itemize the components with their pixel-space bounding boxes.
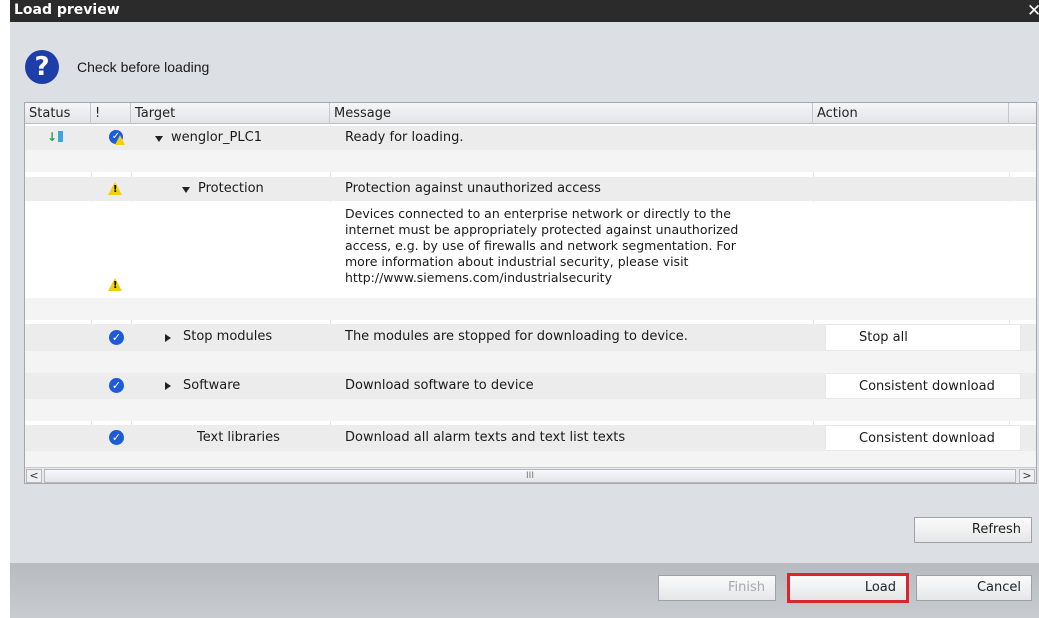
scroll-left-icon[interactable]: < — [26, 469, 42, 483]
question-icon: ? — [25, 50, 59, 84]
message-text: Ready for loading. — [345, 130, 464, 145]
table-row[interactable]: ✓ Stop modules The modules are stopped f… — [25, 324, 1036, 351]
column-header-action[interactable]: Action — [813, 103, 1009, 124]
collapse-arrow-icon[interactable] — [165, 382, 171, 390]
expand-arrow-icon[interactable] — [155, 136, 163, 142]
message-text: Protection against unauthorized access — [345, 181, 601, 196]
message-text: internet must be appropriately protected… — [345, 222, 739, 237]
table-row[interactable]: ! Protection Protection against unauthor… — [25, 177, 1036, 201]
header-text: Check before loading — [77, 59, 210, 75]
spacer-row — [25, 451, 1036, 468]
spacer-row — [25, 399, 1036, 421]
ok-icon: ✓ — [109, 378, 124, 393]
action-value: Consistent download — [859, 379, 995, 394]
message-text: access, e.g. by use of firewalls and net… — [345, 238, 736, 253]
refresh-button[interactable]: Refresh — [914, 517, 1032, 543]
action-select-text-libraries[interactable]: Consistent download — [825, 425, 1021, 451]
spacer-row — [25, 150, 1036, 172]
title-bar: Load preview ✕ — [10, 0, 1039, 22]
dialog-title: Load preview — [14, 2, 120, 18]
warning-icon: ! — [108, 278, 122, 291]
warning-icon: ! — [108, 182, 122, 195]
message-text: Download software to device — [345, 378, 534, 393]
table-row[interactable]: ↓ ✓ wenglor_PLC1 Ready for loading. — [25, 126, 1036, 150]
action-value: Stop all — [859, 330, 908, 345]
table-row[interactable]: ✓ Software Download software to device C… — [25, 373, 1036, 399]
target-label: Software — [183, 378, 241, 393]
close-icon[interactable]: ✕ — [1027, 0, 1039, 22]
download-icon: ↓ — [47, 130, 64, 144]
column-header-target[interactable]: Target — [131, 103, 330, 124]
target-label: Protection — [198, 181, 264, 196]
action-select-stop[interactable]: Stop all — [825, 324, 1021, 351]
target-label: Text libraries — [197, 430, 280, 445]
table-header: Status ! Target Message Action — [25, 103, 1036, 124]
message-text: Download all alarm texts and text list t… — [345, 430, 626, 445]
ok-icon: ✓ — [109, 430, 124, 445]
finish-button[interactable]: Finish — [658, 575, 776, 601]
table-row[interactable]: ✓ Text libraries Download all alarm text… — [25, 425, 1036, 451]
load-preview-dialog: Load preview ✕ ? Check before loading St… — [10, 0, 1039, 618]
target-label: Stop modules — [183, 329, 273, 344]
spacer-row — [25, 298, 1036, 320]
ok-icon: ✓ — [109, 330, 124, 345]
column-header-message[interactable]: Message — [330, 103, 813, 124]
table-row: ! Devices connected to an enterprise net… — [25, 202, 1036, 298]
load-preview-table: Status ! Target Message Action ↓ ✓ wengl… — [24, 102, 1037, 484]
column-header-flag[interactable]: ! — [91, 103, 131, 124]
action-select-software[interactable]: Consistent download — [825, 373, 1021, 399]
message-text: more information about industrial securi… — [345, 254, 689, 269]
collapse-arrow-icon[interactable] — [165, 334, 171, 342]
target-label: wenglor_PLC1 — [171, 130, 262, 145]
column-header-status[interactable]: Status — [25, 103, 91, 124]
action-value: Consistent download — [859, 431, 995, 446]
scroll-right-icon[interactable]: > — [1019, 469, 1035, 483]
horizontal-scrollbar[interactable]: < III > — [25, 467, 1036, 483]
spacer-row — [25, 351, 1036, 373]
message-text: Devices connected to an enterprise netwo… — [345, 206, 731, 221]
message-text: The modules are stopped for downloading … — [345, 329, 688, 344]
load-button[interactable]: Load — [787, 573, 909, 603]
scroll-thumb[interactable]: III — [44, 469, 1016, 483]
expand-arrow-icon[interactable] — [182, 187, 190, 193]
cancel-button[interactable]: Cancel — [916, 575, 1032, 601]
security-link[interactable]: http://www.siemens.com/industrialsecurit… — [345, 270, 612, 285]
ok-warning-icon: ✓ — [109, 130, 125, 146]
